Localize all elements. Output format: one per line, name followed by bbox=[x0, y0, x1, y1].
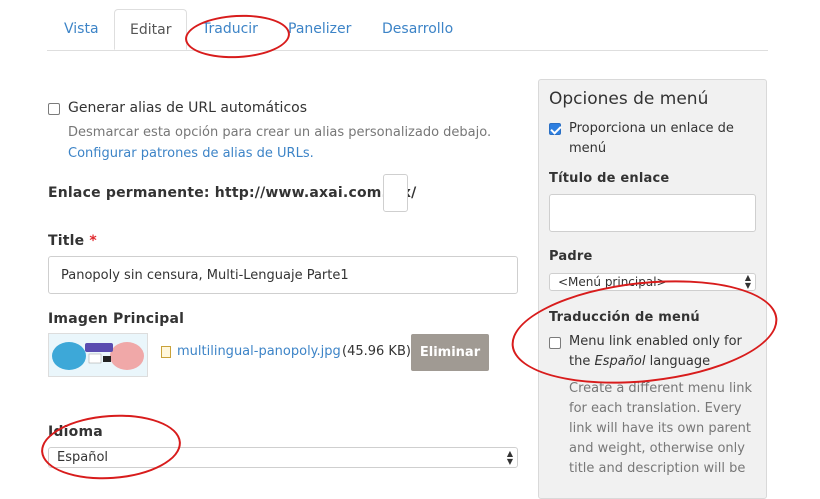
thumbnail-image bbox=[49, 334, 147, 376]
required-mark: * bbox=[89, 233, 97, 249]
select-arrows-icon: ▲ ▼ bbox=[744, 273, 751, 290]
provide-menu-link-label: Proporciona un enlace de bbox=[569, 121, 734, 136]
remove-image-button[interactable]: Eliminar bbox=[411, 334, 489, 371]
select-arrows-icon: ▲ ▼ bbox=[506, 448, 513, 466]
main-image-label: Imagen Principal bbox=[48, 311, 185, 327]
parent-selected: <Menú principal> bbox=[558, 275, 667, 289]
title-label: Title * bbox=[48, 233, 97, 249]
parent-select[interactable]: <Menú principal> ▲ ▼ bbox=[549, 273, 756, 291]
translation-description: Create a different menu link for each tr… bbox=[569, 381, 753, 476]
image-file-size: (45.96 KB) bbox=[342, 344, 411, 359]
translation-enabled-checkbox[interactable] bbox=[549, 337, 561, 349]
menu-translation-heading: Traducción de menú bbox=[549, 310, 700, 325]
translation-checkbox-label-2: the Español language bbox=[569, 354, 711, 369]
auto-alias-checkbox[interactable] bbox=[48, 103, 60, 115]
tab-traducir[interactable]: Traducir bbox=[202, 9, 258, 50]
alias-patterns-link[interactable]: Configurar patrones de alias de URLs. bbox=[68, 146, 314, 161]
file-icon bbox=[161, 346, 171, 358]
image-thumbnail bbox=[48, 333, 148, 377]
link-title-label: Título de enlace bbox=[549, 171, 670, 186]
tab-bar: Vista Editar Traducir Panelizer Desarrol… bbox=[47, 9, 768, 51]
permalink-input[interactable] bbox=[383, 174, 408, 212]
auto-alias-label: Generar alias de URL automáticos bbox=[68, 100, 308, 116]
provide-menu-link-checkbox[interactable] bbox=[549, 123, 561, 135]
menu-options-heading: Opciones de menú bbox=[549, 89, 709, 109]
tab-panelizer[interactable]: Panelizer bbox=[288, 9, 351, 50]
language-selected: Español bbox=[57, 450, 109, 465]
tab-editar[interactable]: Editar bbox=[114, 9, 188, 50]
parent-label: Padre bbox=[549, 249, 593, 264]
permalink-label: Enlace permanente: http://www.axai.com.m… bbox=[48, 185, 417, 201]
image-file-link[interactable]: multilingual-panopoly.jpg bbox=[177, 344, 341, 359]
language-select[interactable]: Español ▲ ▼ bbox=[48, 447, 518, 468]
provide-menu-link-label-2: menú bbox=[569, 141, 607, 156]
translation-checkbox-label: Menu link enabled only for bbox=[569, 334, 742, 349]
tab-desarrollo[interactable]: Desarrollo bbox=[382, 9, 453, 50]
auto-alias-description: Desmarcar esta opción para crear un alia… bbox=[68, 125, 492, 140]
language-label: Idioma bbox=[48, 424, 103, 440]
link-title-input[interactable] bbox=[549, 194, 756, 232]
tab-vista[interactable]: Vista bbox=[64, 9, 99, 50]
title-input[interactable] bbox=[48, 256, 518, 294]
